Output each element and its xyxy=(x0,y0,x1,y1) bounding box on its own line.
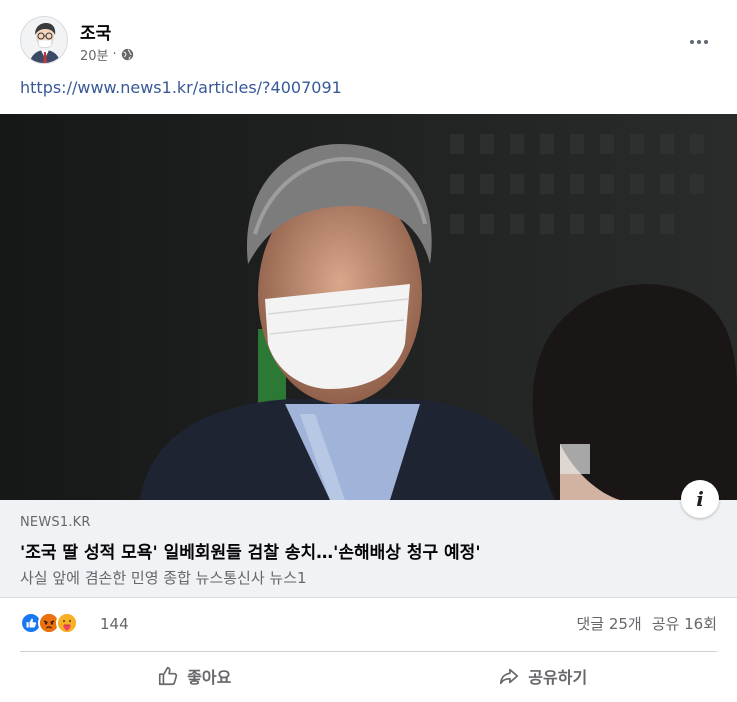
photo-illustration xyxy=(0,114,737,500)
meta-separator: · xyxy=(112,47,117,62)
more-options-button[interactable] xyxy=(681,24,717,60)
article-photo[interactable] xyxy=(0,114,737,500)
article-link[interactable]: https://www.news1.kr/articles/?4007091 xyxy=(20,78,342,97)
share-icon xyxy=(500,668,519,685)
care-reaction-icon xyxy=(56,612,78,634)
action-divider xyxy=(20,651,717,652)
author-name[interactable]: 조국 xyxy=(80,19,111,44)
action-bar: 좋아요 공유하기 xyxy=(20,656,717,696)
link-domain: NEWS1.KR xyxy=(20,515,91,530)
info-icon: i xyxy=(696,487,704,511)
link-title: '조국 딸 성적 모욕' 일베회원들 검찰 송치…'손해배상 청구 예정' xyxy=(20,543,481,563)
info-button[interactable]: i xyxy=(681,480,719,518)
post-meta: 20분 · xyxy=(80,45,134,64)
share-button[interactable]: 공유하기 xyxy=(369,656,718,696)
globe-icon[interactable] xyxy=(121,48,134,61)
link-preview-card[interactable]: NEWS1.KR '조국 딸 성적 모욕' 일베회원들 검찰 송치…'손해배상 … xyxy=(0,500,737,598)
reaction-icons[interactable] xyxy=(20,612,78,634)
reactions-bar: 144 댓글 25개 공유 16회 xyxy=(20,610,717,638)
like-button-label: 좋아요 xyxy=(187,668,232,687)
reaction-count[interactable]: 144 xyxy=(100,615,129,633)
like-button[interactable]: 좋아요 xyxy=(20,656,369,696)
like-icon xyxy=(159,666,178,686)
more-options-dot xyxy=(704,40,708,44)
comment-count[interactable]: 댓글 25개 xyxy=(576,613,641,634)
post-time[interactable]: 20분 xyxy=(80,45,109,64)
author-avatar[interactable] xyxy=(20,16,68,64)
more-options-icon xyxy=(690,40,694,44)
post-text: https://www.news1.kr/articles/?4007091 xyxy=(20,78,342,97)
post-header: 조국 20분 · xyxy=(20,16,717,66)
engagement-stats: 댓글 25개 공유 16회 xyxy=(576,613,717,634)
share-count[interactable]: 공유 16회 xyxy=(652,613,717,634)
more-options-dot xyxy=(697,40,701,44)
link-description: 사실 앞에 겸손한 민영 종합 뉴스통신사 뉴스1 xyxy=(20,569,307,587)
share-button-label: 공유하기 xyxy=(528,668,588,687)
